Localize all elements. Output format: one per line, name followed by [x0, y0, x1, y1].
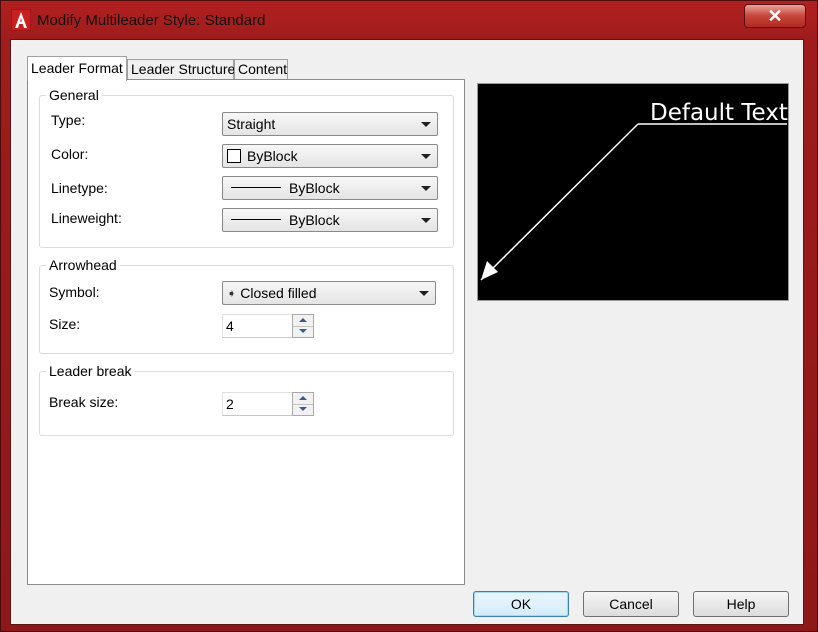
- leader-line: [480, 123, 639, 281]
- linetype-value: ByBlock: [289, 180, 340, 196]
- chevron-down-icon: [421, 218, 431, 223]
- color-swatch-icon: [227, 149, 241, 163]
- type-value: Straight: [227, 116, 276, 132]
- arrowhead-group-title: Arrowhead: [46, 257, 120, 273]
- tab-leader-structure[interactable]: Leader Structure: [127, 59, 235, 80]
- window-title: Modify Multileader Style: Standard: [37, 12, 266, 29]
- dialog-body: Leader Format Leader Structure Content G…: [10, 39, 804, 625]
- arrow-up-icon: [299, 396, 307, 400]
- general-group: General Type: Straight Color: ByBlock Li…: [39, 87, 454, 248]
- lineweight-dropdown[interactable]: ByBlock: [222, 208, 438, 232]
- arrow-down-icon: [299, 329, 307, 333]
- linetype-dropdown[interactable]: ByBlock: [222, 176, 438, 200]
- symbol-label: Symbol:: [49, 284, 100, 300]
- color-dropdown[interactable]: ByBlock: [222, 144, 438, 168]
- break-size-spinner: [222, 392, 314, 416]
- general-group-title: General: [46, 87, 102, 103]
- size-decrement-button[interactable]: [293, 326, 313, 337]
- help-button[interactable]: Help: [693, 591, 789, 617]
- lineweight-label: Lineweight:: [51, 210, 122, 226]
- chevron-down-icon: [419, 291, 429, 296]
- lineweight-value: ByBlock: [289, 212, 340, 228]
- arrowhead-group: Arrowhead Symbol: ➧ Closed filled Size:: [39, 257, 454, 354]
- chevron-down-icon: [421, 122, 431, 127]
- line-sample-icon: [231, 187, 281, 189]
- symbol-dropdown[interactable]: ➧ Closed filled: [222, 281, 436, 305]
- break-size-spinner-buttons: [292, 392, 314, 416]
- arrow-up-icon: [299, 318, 307, 322]
- type-dropdown[interactable]: Straight: [222, 112, 438, 136]
- tab-content[interactable]: Content: [234, 59, 288, 80]
- size-spinner: [222, 314, 314, 338]
- ok-button[interactable]: OK: [473, 591, 569, 617]
- color-label: Color:: [51, 146, 89, 162]
- chevron-down-icon: [421, 154, 431, 159]
- size-spinner-buttons: [292, 314, 314, 338]
- cancel-button[interactable]: Cancel: [583, 591, 679, 617]
- arrowhead-icon: [481, 261, 498, 280]
- leader-break-group-title: Leader break: [46, 363, 135, 379]
- preview-default-text: Default Text: [650, 100, 788, 126]
- line-sample-icon: [231, 219, 281, 221]
- linetype-label: Linetype:: [51, 180, 108, 196]
- symbol-value: Closed filled: [240, 285, 317, 301]
- tab-leader-format[interactable]: Leader Format: [27, 56, 127, 81]
- size-label: Size:: [49, 316, 81, 332]
- leader-format-panel: General Type: Straight Color: ByBlock Li…: [27, 79, 465, 585]
- break-size-label: Break size:: [49, 394, 119, 410]
- close-icon: ✕: [767, 6, 783, 26]
- leader-break-group: Leader break Break size:: [39, 363, 454, 436]
- chevron-down-icon: [421, 186, 431, 191]
- size-input[interactable]: [222, 314, 294, 338]
- break-size-decrement-button[interactable]: [293, 404, 313, 415]
- dialog-window: Modify Multileader Style: Standard ✕ Lea…: [0, 0, 818, 632]
- title-bar[interactable]: Modify Multileader Style: Standard ✕: [1, 1, 817, 39]
- closed-filled-arrow-icon: ➧: [227, 288, 237, 300]
- leader-preview-graphic: Default Text: [480, 100, 788, 281]
- color-value: ByBlock: [247, 148, 298, 164]
- type-label: Type:: [51, 112, 86, 128]
- autocad-logo-icon: [11, 9, 31, 31]
- arrow-down-icon: [299, 407, 307, 411]
- leader-preview: Default Text: [477, 83, 789, 301]
- break-size-input[interactable]: [222, 392, 294, 416]
- close-button[interactable]: ✕: [744, 4, 806, 28]
